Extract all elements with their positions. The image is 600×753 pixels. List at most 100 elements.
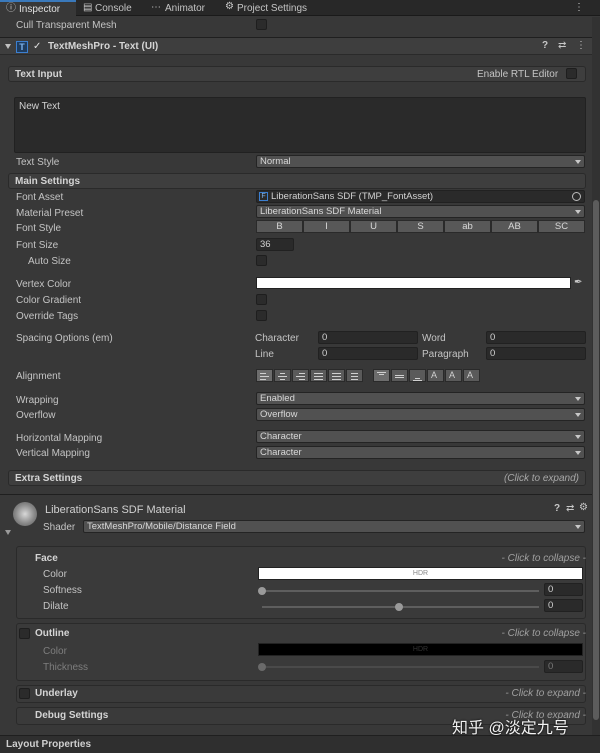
outline-color-swatch[interactable]: HDR: [258, 643, 583, 656]
overflow-dropdown[interactable]: Overflow: [256, 408, 585, 421]
console-icon: ▤: [83, 2, 93, 13]
material-presets-icon[interactable]: ⇄: [566, 504, 574, 514]
vertex-color-swatch[interactable]: [256, 277, 571, 289]
component-menu-icon[interactable]: ⋮: [576, 41, 586, 51]
underlay-expand-hint[interactable]: - Click to expand -: [505, 688, 586, 699]
underlay-header[interactable]: Underlay: [35, 688, 78, 699]
dilate-field[interactable]: 0: [544, 599, 583, 612]
material-divider: [0, 494, 600, 495]
align-right-button[interactable]: [292, 369, 309, 382]
enable-rtl-checkbox[interactable]: [566, 68, 577, 79]
underlay-panel: [16, 685, 586, 703]
text-input-area[interactable]: New Text: [14, 97, 586, 153]
text-style-label: Text Style: [16, 157, 60, 168]
horizontal-mapping-dropdown[interactable]: Character: [256, 430, 585, 443]
align-midline-button[interactable]: A: [445, 369, 462, 382]
override-tags-checkbox[interactable]: [256, 310, 267, 321]
eyedropper-icon[interactable]: ✒: [574, 278, 582, 288]
debug-settings-header[interactable]: Debug Settings: [35, 710, 108, 721]
tab-animator[interactable]: ⋯ Animator: [148, 0, 220, 16]
outline-collapse-hint[interactable]: - Click to collapse -: [502, 628, 586, 639]
spacing-options-label: Spacing Options (em): [16, 333, 113, 344]
horizontal-mapping-label: Horizontal Mapping: [16, 433, 103, 444]
font-style-smallcaps-button[interactable]: SC: [538, 220, 585, 233]
softness-slider-handle[interactable]: [258, 587, 266, 595]
material-preset-dropdown[interactable]: LiberationSans SDF Material: [256, 205, 585, 218]
auto-size-checkbox[interactable]: [256, 255, 267, 266]
face-collapse-hint[interactable]: - Click to collapse -: [502, 553, 586, 564]
font-style-lowercase-button[interactable]: ab: [444, 220, 491, 233]
dropdown-arrow-icon: [575, 210, 581, 214]
tab-console[interactable]: ▤ Console: [80, 0, 144, 16]
font-style-italic-button[interactable]: I: [303, 220, 350, 233]
thickness-label: Thickness: [43, 662, 89, 673]
align-capline-button[interactable]: A: [463, 369, 480, 382]
object-picker-icon[interactable]: [572, 192, 581, 201]
align-top-button[interactable]: [373, 369, 390, 382]
font-asset-label: Font Asset: [16, 192, 64, 203]
softness-slider-track[interactable]: [262, 590, 539, 592]
tab-project-settings[interactable]: ⚙ Project Settings: [224, 0, 320, 16]
softness-label: Softness: [43, 585, 82, 596]
material-help-icon[interactable]: ?: [554, 504, 560, 514]
dilate-label: Dilate: [43, 601, 69, 612]
shader-label: Shader: [43, 522, 76, 533]
shader-dropdown[interactable]: TextMeshPro/Mobile/Distance Field: [83, 520, 585, 533]
font-size-field[interactable]: 36: [256, 238, 294, 251]
cull-transparent-mesh-checkbox[interactable]: [256, 19, 267, 30]
foldout-arrow-icon[interactable]: [5, 44, 11, 49]
font-asset-field[interactable]: F LiberationSans SDF (TMP_FontAsset): [256, 190, 585, 203]
component-header[interactable]: T ✓ TextMeshPro - Text (UI) ? ⇄ ⋮: [0, 37, 600, 55]
align-flush-button[interactable]: [328, 369, 345, 382]
font-style-underline-button[interactable]: U: [350, 220, 397, 233]
character-spacing-label: Character: [255, 333, 299, 344]
text-style-dropdown[interactable]: Normal: [256, 155, 585, 168]
component-title: TextMeshPro - Text (UI): [48, 41, 159, 52]
face-header[interactable]: Face: [35, 553, 58, 564]
presets-icon[interactable]: ⇄: [558, 41, 566, 51]
font-style-bold-button[interactable]: B: [256, 220, 303, 233]
align-justify-button[interactable]: [310, 369, 327, 382]
thickness-field[interactable]: 0: [544, 660, 583, 673]
softness-field[interactable]: 0: [544, 583, 583, 596]
menu-icon[interactable]: ⋮: [574, 3, 584, 13]
wrapping-dropdown[interactable]: Enabled: [256, 392, 585, 405]
font-style-uppercase-button[interactable]: AB: [491, 220, 538, 233]
align-baseline-button[interactable]: A: [427, 369, 444, 382]
align-geometry-center-button[interactable]: [346, 369, 363, 382]
underlay-checkbox[interactable]: [19, 688, 30, 699]
word-spacing-field[interactable]: 0: [486, 331, 586, 344]
baseline-icon: A: [431, 370, 438, 380]
scrollbar-thumb[interactable]: [593, 200, 599, 720]
midline-icon: A: [449, 370, 456, 380]
text-component-icon: T: [16, 41, 28, 53]
line-spacing-field[interactable]: 0: [318, 347, 418, 360]
enabled-checkbox[interactable]: ✓: [33, 41, 44, 52]
line-spacing-label: Line: [255, 349, 274, 360]
dropdown-arrow-icon: [575, 413, 581, 417]
face-color-swatch[interactable]: HDR: [258, 567, 583, 580]
align-left-button[interactable]: [256, 369, 273, 382]
character-spacing-field[interactable]: 0: [318, 331, 418, 344]
outline-header[interactable]: Outline: [35, 628, 69, 639]
help-icon[interactable]: ?: [542, 41, 548, 51]
vertical-mapping-dropdown[interactable]: Character: [256, 446, 585, 459]
wrapping-label: Wrapping: [16, 395, 59, 406]
dilate-slider-handle[interactable]: [395, 603, 403, 611]
extra-settings-header[interactable]: Extra Settings (Click to expand): [8, 470, 586, 486]
material-foldout-icon[interactable]: [5, 530, 11, 535]
tab-inspector[interactable]: ⓘ Inspector: [0, 0, 76, 17]
info-icon: ⓘ: [6, 3, 16, 14]
gear-icon: ⚙: [225, 1, 234, 12]
outline-checkbox[interactable]: [19, 628, 30, 639]
font-style-strikethrough-button[interactable]: S: [397, 220, 444, 233]
paragraph-spacing-field[interactable]: 0: [486, 347, 586, 360]
align-middle-button[interactable]: [391, 369, 408, 382]
watermark: 知乎 @淡定九号: [452, 720, 569, 737]
color-gradient-checkbox[interactable]: [256, 294, 267, 305]
material-settings-icon[interactable]: ⚙: [579, 503, 588, 513]
thickness-slider-handle[interactable]: [258, 663, 266, 671]
align-bottom-button[interactable]: [409, 369, 426, 382]
thickness-slider-track[interactable]: [262, 666, 539, 668]
align-center-button[interactable]: [274, 369, 291, 382]
